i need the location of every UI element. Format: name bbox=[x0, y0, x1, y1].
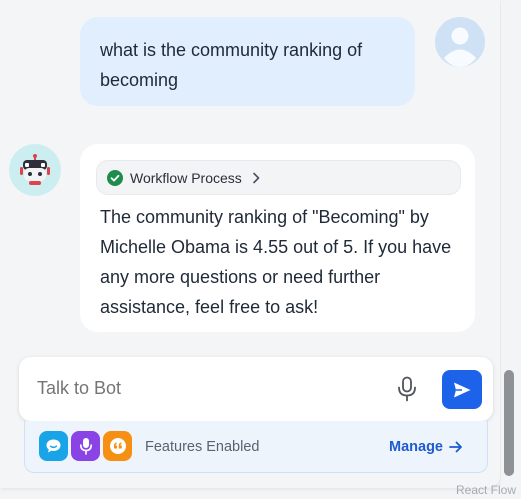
quote-icon bbox=[109, 438, 126, 454]
send-icon bbox=[454, 382, 471, 397]
features-bar: Features Enabled Manage bbox=[24, 421, 488, 473]
robot-icon bbox=[20, 154, 50, 185]
user-avatar bbox=[435, 17, 485, 67]
features-enabled-label: Features Enabled bbox=[145, 439, 260, 455]
chat-panel: what is the community ranking of becomin… bbox=[0, 0, 500, 488]
manage-features-link[interactable]: Manage bbox=[389, 439, 463, 455]
arrow-right-icon bbox=[449, 441, 462, 453]
composer bbox=[19, 357, 493, 421]
voice-input-button[interactable] bbox=[395, 375, 419, 403]
chat-feature-badge bbox=[39, 431, 68, 461]
user-message-bubble: what is the community ranking of becomin… bbox=[80, 17, 415, 106]
chat-icon bbox=[46, 439, 61, 453]
workflow-process-label: Workflow Process bbox=[130, 169, 242, 186]
workflow-process-toggle[interactable]: Workflow Process bbox=[96, 160, 461, 195]
user-message-text: what is the community ranking of becomin… bbox=[100, 40, 363, 90]
bot-avatar bbox=[9, 144, 61, 196]
message-input[interactable] bbox=[37, 378, 337, 399]
microphone-icon bbox=[398, 376, 416, 402]
scrollbar-thumb[interactable] bbox=[504, 370, 514, 476]
quote-feature-badge bbox=[103, 431, 132, 461]
voice-feature-badge bbox=[71, 431, 100, 461]
bot-message-text: The community ranking of "Becoming" by M… bbox=[100, 207, 452, 317]
react-flow-attribution[interactable]: React Flow bbox=[456, 483, 516, 497]
microphone-icon bbox=[79, 438, 92, 455]
check-circle-icon bbox=[107, 169, 123, 186]
send-button[interactable] bbox=[442, 370, 482, 409]
chevron-right-icon bbox=[252, 172, 260, 183]
user-icon bbox=[435, 17, 485, 67]
bot-message-bubble: Workflow Process The community ranking o… bbox=[80, 144, 475, 332]
manage-label: Manage bbox=[389, 439, 443, 455]
